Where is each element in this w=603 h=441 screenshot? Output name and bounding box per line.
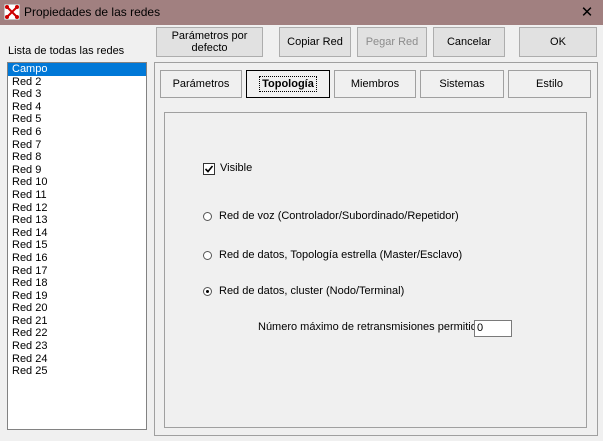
list-item[interactable]: Red 12 <box>8 202 146 215</box>
defaults-button[interactable]: Parámetros por defecto <box>156 27 263 57</box>
list-item[interactable]: Red 24 <box>8 353 146 366</box>
cluster-network-radio[interactable] <box>203 287 212 296</box>
list-item[interactable]: Red 17 <box>8 265 146 278</box>
list-item[interactable]: Red 6 <box>8 126 146 139</box>
check-icon <box>204 165 214 173</box>
list-item[interactable]: Red 14 <box>8 227 146 240</box>
list-item[interactable]: Red 5 <box>8 113 146 126</box>
app-network-icon <box>4 4 20 20</box>
tab-sistemas[interactable]: Sistemas <box>420 70 504 98</box>
ok-button[interactable]: OK <box>519 27 597 57</box>
tab-topologia[interactable]: Topología <box>246 70 330 98</box>
list-item[interactable]: Red 25 <box>8 365 146 378</box>
max-retransmissions-input[interactable]: 0 <box>474 320 512 337</box>
list-item[interactable]: Red 18 <box>8 277 146 290</box>
voice-network-radio[interactable] <box>203 212 212 221</box>
cancel-button[interactable]: Cancelar <box>433 27 505 57</box>
list-item[interactable]: Red 23 <box>8 340 146 353</box>
paste-network-button[interactable]: Pegar Red <box>357 27 427 57</box>
list-item[interactable]: Red 13 <box>8 214 146 227</box>
close-icon[interactable]: ✕ <box>571 0 603 25</box>
list-item[interactable]: Red 7 <box>8 139 146 152</box>
topology-group <box>164 112 587 428</box>
window-title: Propiedades de las redes <box>24 5 161 19</box>
list-item[interactable]: Red 9 <box>8 164 146 177</box>
list-item[interactable]: Red 21 <box>8 315 146 328</box>
star-topology-radio[interactable] <box>203 251 212 260</box>
tab-parametros[interactable]: Parámetros <box>160 70 242 98</box>
visible-label: Visible <box>220 162 253 174</box>
list-item[interactable]: Red 4 <box>8 101 146 114</box>
list-item[interactable]: Campo <box>8 63 146 76</box>
list-item[interactable]: Red 3 <box>8 88 146 101</box>
list-item[interactable]: Red 8 <box>8 151 146 164</box>
star-topology-label: Red de datos, Topología estrella (Master… <box>219 249 463 261</box>
network-listbox[interactable]: Campo Red 2 Red 3 Red 4 Red 5 Red 6 Red 7 Red 8… <box>7 62 147 430</box>
list-item[interactable]: Red 2 <box>8 76 146 89</box>
max-retransmissions-label: Número máximo de retransmisiones permiti… <box>258 321 489 333</box>
copy-network-button[interactable]: Copiar Red <box>279 27 351 57</box>
list-item[interactable]: Red 22 <box>8 327 146 340</box>
list-item[interactable]: Red 16 <box>8 252 146 265</box>
tab-miembros[interactable]: Miembros <box>334 70 416 98</box>
list-item[interactable]: Red 19 <box>8 290 146 303</box>
voice-network-label: Red de voz (Controlador/Subordinado/Repe… <box>219 210 459 222</box>
cluster-network-label: Red de datos, cluster (Nodo/Terminal) <box>219 285 405 297</box>
title-bar: Propiedades de las redes ✕ <box>0 0 603 25</box>
list-item[interactable]: Red 15 <box>8 239 146 252</box>
list-item[interactable]: Red 10 <box>8 176 146 189</box>
visible-checkbox[interactable] <box>203 163 215 175</box>
list-item[interactable]: Red 20 <box>8 302 146 315</box>
list-item[interactable]: Red 11 <box>8 189 146 202</box>
list-caption: Lista de todas las redes <box>8 45 125 57</box>
tab-estilo[interactable]: Estilo <box>508 70 591 98</box>
